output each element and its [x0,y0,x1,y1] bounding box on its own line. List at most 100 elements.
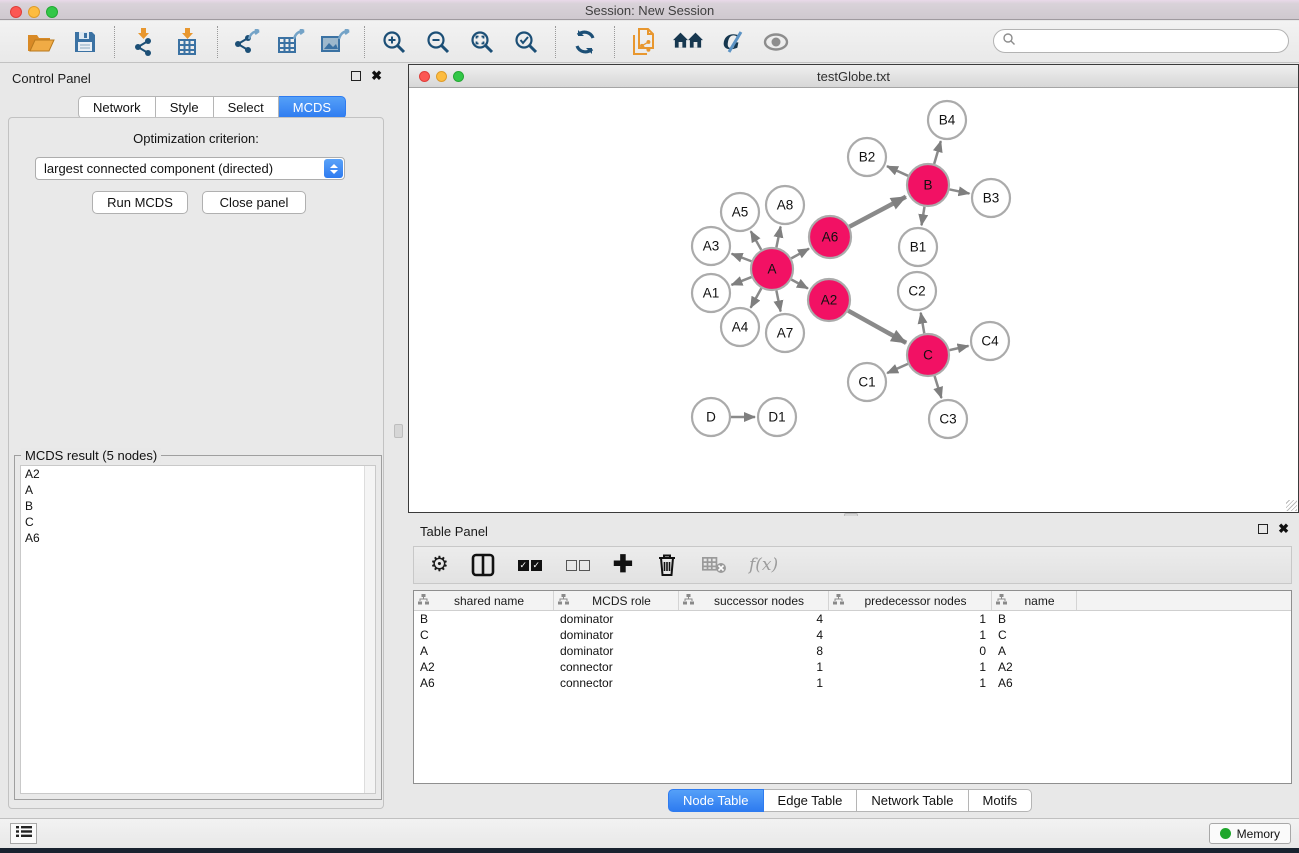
node-A6[interactable]: A6 [809,216,851,258]
tab-network[interactable]: Network [78,96,156,119]
deselect-checkboxes-icon[interactable] [565,552,591,578]
result-list-item[interactable]: C [21,514,375,530]
export-image-icon[interactable] [320,27,350,57]
import-table-icon[interactable] [173,27,203,57]
task-history-button[interactable] [10,823,37,844]
tab-network-table[interactable]: Network Table [857,789,968,812]
edge-A-A6[interactable] [791,249,809,259]
criterion-dropdown[interactable]: largest connected component (directed) [35,157,345,180]
node-A7[interactable]: A7 [766,314,804,352]
node-B4[interactable]: B4 [928,101,966,139]
annotation-toggle-icon[interactable]: G [717,27,747,57]
delete-column-icon[interactable] [655,552,679,578]
run-mcds-button[interactable]: Run MCDS [92,191,188,214]
edge-A-A8[interactable] [776,227,780,248]
node-D[interactable]: D [692,398,730,436]
edge-C-C1[interactable] [887,364,908,373]
edge-A6-B[interactable] [849,197,905,227]
table-row[interactable]: Bdominator41B [414,611,1291,627]
vertical-splitter-handle[interactable] [394,424,403,438]
tab-edge-table[interactable]: Edge Table [764,789,858,812]
node-A[interactable]: A [751,248,793,290]
select-all-checkboxes-icon[interactable]: ✓✓ [517,552,543,578]
edge-A-A5[interactable] [751,231,761,250]
memory-button[interactable]: Memory [1209,823,1291,844]
edge-A2-C[interactable] [848,311,906,343]
tab-motifs[interactable]: Motifs [969,789,1033,812]
table-row[interactable]: Cdominator41C [414,627,1291,643]
close-panel-icon[interactable]: ✖ [371,71,382,81]
node-B3[interactable]: B3 [972,179,1010,217]
result-list-item[interactable]: A6 [21,530,375,546]
float-table-panel-icon[interactable] [1258,524,1268,534]
column-header-MCDS-role[interactable]: MCDS role [554,591,679,610]
result-list-scrollbar[interactable] [364,466,375,793]
open-folder-icon[interactable] [26,27,56,57]
table-row[interactable]: Adominator80A [414,643,1291,659]
column-header-shared-name[interactable]: shared name [414,591,554,610]
edge-A-A2[interactable] [791,280,808,289]
delete-table-icon[interactable] [701,552,727,578]
zoom-selected-icon[interactable] [511,27,541,57]
edge-B-B1[interactable] [922,207,925,226]
zoom-out-icon[interactable] [423,27,453,57]
save-icon[interactable] [70,27,100,57]
node-A2[interactable]: A2 [808,279,850,321]
node-table[interactable]: shared nameMCDS rolesuccessor nodesprede… [413,590,1292,784]
refresh-icon[interactable] [570,27,600,57]
edge-A-A3[interactable] [732,254,752,261]
node-A8[interactable]: A8 [766,186,804,224]
float-panel-icon[interactable] [351,71,361,81]
mcds-result-list[interactable]: A2ABCA6 [20,465,376,794]
node-C4[interactable]: C4 [971,322,1009,360]
export-network-icon[interactable] [232,27,262,57]
node-B[interactable]: B [907,164,949,206]
node-C3[interactable]: C3 [929,400,967,438]
node-A4[interactable]: A4 [721,308,759,346]
result-list-item[interactable]: B [21,498,375,514]
import-network-icon[interactable] [129,27,159,57]
home-browser-icon[interactable] [673,27,703,57]
node-D1[interactable]: D1 [758,398,796,436]
edge-A-A4[interactable] [751,288,762,307]
node-A3[interactable]: A3 [692,227,730,265]
node-C[interactable]: C [907,334,949,376]
search-input[interactable] [1016,32,1288,50]
close-table-panel-icon[interactable]: ✖ [1278,524,1289,534]
edge-C-C4[interactable] [949,346,968,350]
eye-toggle-icon[interactable] [761,27,791,57]
tab-select[interactable]: Select [214,96,279,119]
tab-node-table[interactable]: Node Table [668,789,764,812]
zoom-in-icon[interactable] [379,27,409,57]
function-builder-icon[interactable]: f(x) [749,552,778,578]
zoom-fit-icon[interactable] [467,27,497,57]
network-file-icon[interactable] [629,27,659,57]
edge-B-B3[interactable] [950,189,970,193]
tab-mcds[interactable]: MCDS [279,96,346,119]
result-list-item[interactable]: A2 [21,466,375,482]
node-A5[interactable]: A5 [721,193,759,231]
edge-A-A1[interactable] [731,277,751,285]
network-canvas[interactable]: AA1A3A4A5A7A8A6A2BB1B2B3B4CC1C2C3C4DD1 [409,88,1298,512]
edge-B-B4[interactable] [934,141,941,164]
export-table-icon[interactable] [276,27,306,57]
edge-A-A7[interactable] [776,291,780,312]
close-panel-button[interactable]: Close panel [202,191,306,214]
node-B2[interactable]: B2 [848,138,886,176]
column-header-name[interactable]: name [992,591,1077,610]
window-resize-grip[interactable] [1286,500,1297,511]
table-row[interactable]: A2connector11A2 [414,659,1291,675]
node-A1[interactable]: A1 [692,274,730,312]
result-list-item[interactable]: A [21,482,375,498]
node-C1[interactable]: C1 [848,363,886,401]
column-header-successor-nodes[interactable]: successor nodes [679,591,829,610]
columns-icon[interactable] [471,552,495,578]
edge-C-C2[interactable] [921,313,925,334]
edge-C-C3[interactable] [935,376,942,398]
add-column-icon[interactable]: ✚ [613,552,633,578]
node-C2[interactable]: C2 [898,272,936,310]
table-row[interactable]: A6connector11A6 [414,675,1291,691]
column-header-predecessor-nodes[interactable]: predecessor nodes [829,591,992,610]
gear-icon[interactable]: ⚙ [430,552,449,578]
edge-B-B2[interactable] [887,166,908,176]
